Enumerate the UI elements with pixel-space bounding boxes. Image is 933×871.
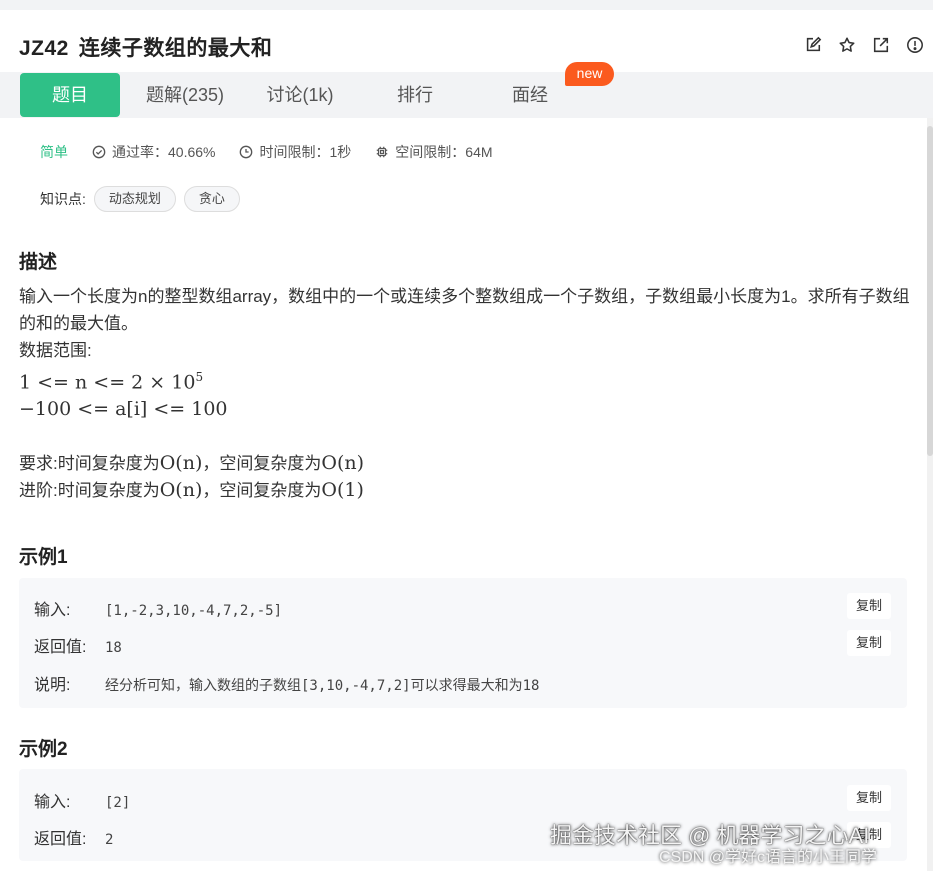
description-text: 输入一个长度为n的整型数组array，数组中的一个或连续多个整数组成一个子数组，… [19,287,910,333]
problem-code: JZ42 [19,37,69,60]
range-a: −100 <= a[i] <= 100 [19,398,228,421]
example1-copy-output-button[interactable]: 复制 [847,630,891,656]
tab-bar: 题目 题解(235) 讨论(1k) 排行 面经 [0,72,933,118]
example1-input: 输入: [1,-2,3,10,-4,7,2,-5] [34,596,282,620]
range-label: 数据范围: [19,341,92,360]
example1-explain-value: 经分析可知，输入数组的子数组[3,10,-4,7,2]可以求得最大和为18 [105,678,540,694]
scrollbar-thumb[interactable] [927,126,933,456]
requirement-line: 要求:时间复杂度为O(n)，空间复杂度为O(n) [19,450,911,477]
example1-box: 输入: [1,-2,3,10,-4,7,2,-5] 复制 返回值: 18 复制 说明… [19,578,907,708]
example2-output-label: 返回值: [34,831,87,848]
tab-discuss[interactable]: 讨论(1k) [258,73,342,117]
advanced-time: O(n) [159,479,203,502]
memory-limit: 空间限制：64M [375,142,493,162]
tab-solutions[interactable]: 题解(235) [140,73,230,117]
tab-ranking[interactable]: 排行 [385,73,445,117]
example1-output-label: 返回值: [34,639,87,656]
example1-output: 返回值: 18 [34,633,122,657]
range-n: 1 <= n <= 2 × 105 [19,364,911,396]
example2-copy-input-button[interactable]: 复制 [847,785,891,811]
problem-meta: 简单 通过率：40.66% 时间限制：1秒 空间限制：64M [40,143,517,161]
pass-rate: 通过率：40.66% [92,142,215,162]
time-limit-text: 时间限制：1秒 [259,144,352,160]
top-strip [0,0,933,10]
new-badge: new [565,62,614,86]
example1-copy-input-button[interactable]: 复制 [847,593,891,619]
requirement-mid: ，空间复杂度为 [202,454,322,474]
advanced-prefix: 进阶:时间复杂度为 [19,481,160,501]
pass-rate-text: 通过率：40.66% [112,144,216,160]
page-title: JZ42 连续子数组的最大和 [19,32,272,62]
share-icon[interactable] [871,35,891,55]
description-body: 输入一个长度为n的整型数组array，数组中的一个或连续多个整数组成一个子数组，… [19,283,911,504]
example1-explain: 说明: 经分析可知，输入数组的子数组[3,10,-4,7,2]可以求得最大和为18 [34,671,539,695]
example1-input-label: 输入: [34,602,71,619]
problem-title: 连续子数组的最大和 [78,37,273,60]
example1-heading: 示例1 [19,547,68,568]
edit-icon[interactable] [803,35,823,55]
requirement-time: O(n) [159,452,203,475]
range-n-text: 1 <= n <= 2 × 10 [19,371,196,394]
description-heading: 描述 [19,252,58,273]
example1-explain-label: 说明: [34,677,71,694]
info-icon[interactable] [905,35,925,55]
time-limit: 时间限制：1秒 [239,142,351,162]
example2-output-value: 2 [105,832,114,848]
difficulty-badge: 简单 [40,144,68,160]
tag-dynamic-programming[interactable]: 动态规划 [93,186,176,212]
tab-interview[interactable]: 面经 [500,73,560,117]
range-n-exponent: 5 [195,370,204,384]
clock-icon [240,145,253,159]
tag-greedy[interactable]: 贪心 [183,186,240,212]
scrollbar[interactable] [927,118,933,871]
watermark-csdn: CSDN @学好c语言的小王同学 [659,849,878,866]
check-circle-icon [92,145,106,159]
example1-input-value: [1,-2,3,10,-4,7,2,-5] [105,603,283,619]
example2-input: 输入: [2] [34,788,130,812]
title-row: JZ42 连续子数组的最大和 [0,10,933,72]
advanced-line: 进阶:时间复杂度为O(n)，空间复杂度为O(1) [19,477,911,504]
memory-limit-text: 空间限制：64M [395,144,493,160]
requirement-space: O(n) [321,452,365,475]
tab-problem[interactable]: 题目 [20,73,120,117]
example2-input-value: [2] [105,795,131,811]
knowledge-label: 知识点: [40,191,86,207]
example2-input-label: 输入: [34,794,71,811]
requirement-prefix: 要求:时间复杂度为 [19,454,160,474]
knowledge-tags: 知识点: 动态规划 贪心 [40,186,240,212]
chip-icon [377,146,388,158]
example2-heading: 示例2 [19,739,68,760]
advanced-mid: ，空间复杂度为 [202,481,322,501]
star-icon[interactable] [837,35,857,55]
title-actions [803,35,925,55]
advanced-space: O(1) [321,479,364,502]
example1-output-value: 18 [105,640,122,656]
example2-output: 返回值: 2 [34,825,113,849]
